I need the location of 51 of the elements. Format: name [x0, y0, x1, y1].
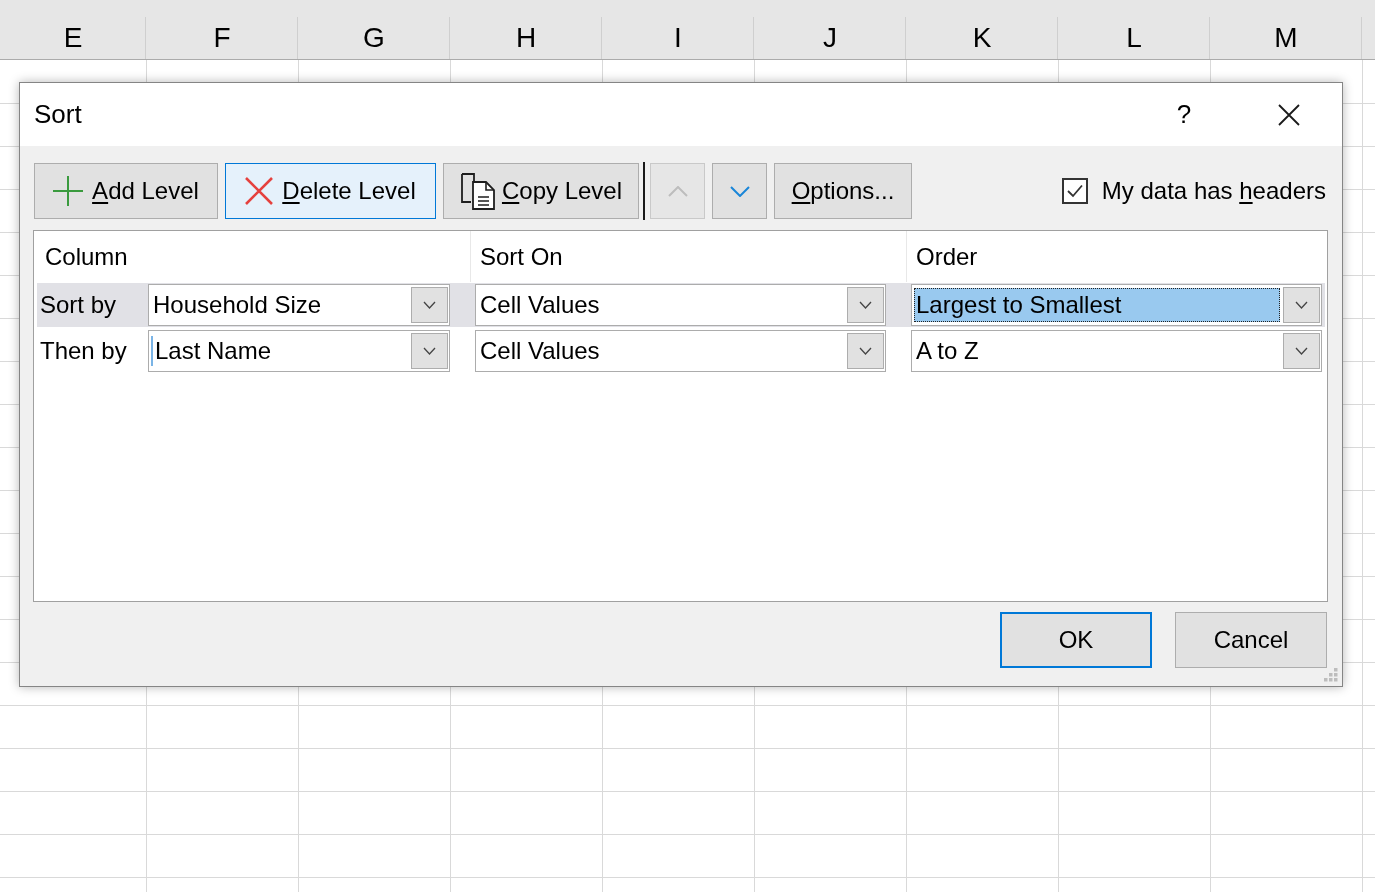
- chevron-down-icon: [729, 185, 750, 197]
- column-heading: Sort On: [471, 231, 907, 282]
- column-dropdown[interactable]: Last Name: [148, 330, 450, 372]
- chevron-down-icon: [859, 301, 872, 309]
- resize-grip-icon[interactable]: [1322, 668, 1338, 682]
- documents-icon: [459, 172, 496, 210]
- move-down-button[interactable]: [712, 163, 767, 219]
- dropdown-button[interactable]: [847, 333, 884, 369]
- dropdown-button[interactable]: [847, 287, 884, 323]
- dropdown-button[interactable]: [1283, 333, 1320, 369]
- add-button[interactable]: Add Level: [34, 163, 218, 219]
- chevron-down-icon: [423, 301, 436, 309]
- chevron-up-icon: [667, 185, 688, 197]
- dropdown-value[interactable]: Last Name: [151, 334, 408, 368]
- help-button[interactable]: ?: [1155, 89, 1213, 140]
- cross-icon: [245, 177, 274, 205]
- close-icon: [1278, 103, 1300, 126]
- sort-level-row[interactable]: Sort by Household Size Cell Values Largest to Smallest: [37, 283, 1325, 327]
- headers-checkbox[interactable]: [1061, 178, 1088, 204]
- chevron-down-icon: [1295, 347, 1308, 355]
- dropdown-value[interactable]: A to Z: [914, 334, 1280, 368]
- column-heading: Order: [915, 241, 979, 272]
- dropdown-value[interactable]: Cell Values: [478, 288, 844, 322]
- chevron-down-icon: [1295, 301, 1308, 309]
- column-dropdown[interactable]: Household Size: [148, 284, 450, 326]
- sort-on-dropdown[interactable]: Cell Values: [475, 284, 886, 326]
- chevron-down-icon: [859, 347, 872, 355]
- dropdown-button[interactable]: [1283, 287, 1320, 323]
- checkbox-label[interactable]: My data has headers: [1101, 177, 1326, 205]
- plus-icon: [53, 176, 84, 206]
- dropdown-value[interactable]: Household Size: [151, 288, 408, 322]
- text-cursor-icon: [151, 336, 153, 366]
- chevron-down-icon: [423, 347, 436, 355]
- level-label: Then by: [39, 337, 128, 365]
- copy-button[interactable]: Copy Level: [443, 163, 639, 219]
- sort-on-dropdown[interactable]: Cell Values: [475, 330, 886, 372]
- dropdown-button[interactable]: [411, 333, 448, 369]
- level-label: Sort by: [39, 291, 118, 319]
- column-heading: Column: [34, 231, 471, 282]
- cancel-button[interactable]: Cancel: [1175, 612, 1327, 668]
- order-dropdown[interactable]: Largest to Smallest: [911, 284, 1322, 326]
- delete-button[interactable]: Delete Level: [225, 163, 436, 219]
- dropdown-value[interactable]: Largest to Smallest: [914, 288, 1280, 322]
- sort-level-row[interactable]: Then by Last Name Cell Values A to Z: [37, 329, 1325, 373]
- dropdown-button[interactable]: [411, 287, 448, 323]
- order-dropdown[interactable]: A to Z: [911, 330, 1322, 372]
- dropdown-value[interactable]: Cell Values: [478, 334, 844, 368]
- dialog-title: Sort: [34, 99, 82, 130]
- options-button[interactable]: Options...: [774, 163, 912, 219]
- ok-button[interactable]: OK: [1000, 612, 1152, 668]
- toolbar-separator: [643, 162, 645, 220]
